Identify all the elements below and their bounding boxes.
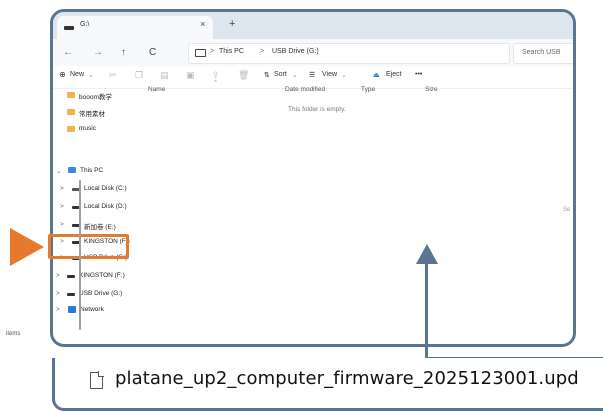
search-box[interactable]: Search USB [513,43,573,64]
address-box[interactable]: > This PC > USB Drive (G:) [188,43,510,64]
chevron-right-icon[interactable]: > [56,306,60,313]
chevron-right-icon[interactable]: > [60,221,64,228]
sort-icon: ⇅ [264,72,270,79]
chevron-down-icon: ⌄ [292,72,298,79]
breadcrumb-usb-drive[interactable]: USB Drive (G:) [272,48,319,55]
chevron-right-icon[interactable]: > [56,272,60,279]
cut-icon[interactable]: ✂ [109,70,117,81]
monitor-icon [68,167,76,173]
highlight-box-usb-drive [48,234,129,259]
plus-icon: ⊕ [59,70,66,79]
tab-title: G:\ [80,21,90,28]
navigation-pane: booom教学 常用素材 music ⌄ This PC > Local Dis… [53,89,133,326]
column-header-type[interactable]: Type [361,86,375,93]
title-bar: G:\ × + [53,12,573,39]
details-pane-hint: Se [563,207,571,213]
refresh-button[interactable]: C [149,47,156,58]
drive-icon [67,293,75,296]
chevron-right-icon[interactable]: > [60,185,64,192]
new-tab-button[interactable]: + [229,18,235,30]
network-icon [68,306,76,313]
more-options-button[interactable]: ••• [415,71,422,78]
rename-icon[interactable]: ▣ [186,70,195,81]
chevron-down-icon[interactable]: ⌄ [56,167,61,175]
folder-icon [67,92,75,98]
view-icon: ☰ [309,72,316,79]
search-input[interactable]: Search USB [522,49,561,56]
firmware-file-callout: platane_up2_computer_firmware_2025123001… [52,358,603,411]
folder-icon [67,109,75,115]
firmware-filename: platane_up2_computer_firmware_2025123001… [115,368,579,389]
paste-icon[interactable]: ▤ [160,70,169,81]
column-header-size[interactable]: Size [425,86,438,93]
breadcrumb-this-pc[interactable]: This PC [219,48,244,55]
file-icon [90,371,104,389]
eject-button[interactable]: Eject [386,71,402,78]
forward-button[interactable]: → [93,47,103,58]
chevron-right-icon[interactable]: > [60,203,64,210]
sort-indicator-icon: ^ [214,80,217,86]
delete-icon[interactable]: 🗑 [238,70,249,81]
new-button[interactable]: New [70,71,84,78]
sort-button[interactable]: Sort [274,71,287,78]
column-header-name[interactable]: Name [148,86,165,93]
drive-icon [64,26,74,30]
pc-icon [195,49,206,57]
view-button[interactable]: View [322,71,337,78]
file-explorer-window: G:\ × + ← → ↑ C > This PC > USB Drive (G… [50,9,576,347]
folder-icon [67,126,75,132]
up-button[interactable]: ↑ [121,47,126,58]
tab-g-drive[interactable]: G:\ × [57,16,213,39]
column-header-date-modified[interactable]: Date modified [285,86,325,93]
chevron-right-icon[interactable]: > [56,290,60,297]
status-bar-items: items [6,331,21,337]
breadcrumb-sep: > [210,48,215,55]
drive-icon [67,275,75,278]
eject-icon: ⏏ [373,72,380,79]
address-bar-row: ← → ↑ C > This PC > USB Drive (G:) Searc… [53,39,573,66]
sidebar-scrollbar[interactable] [79,180,81,330]
pointer-arrow-icon [10,228,44,266]
copy-icon[interactable]: ❐ [135,70,143,81]
chevron-down-icon: ⌄ [88,72,94,79]
chevron-down-icon: ⌄ [341,72,347,79]
back-button[interactable]: ← [63,47,73,58]
empty-folder-message: This folder is empty. [288,106,346,113]
close-tab-button[interactable]: × [200,19,205,29]
up-arrow-icon [416,244,438,264]
breadcrumb-sep: > [260,48,265,55]
callout-line [425,262,428,359]
